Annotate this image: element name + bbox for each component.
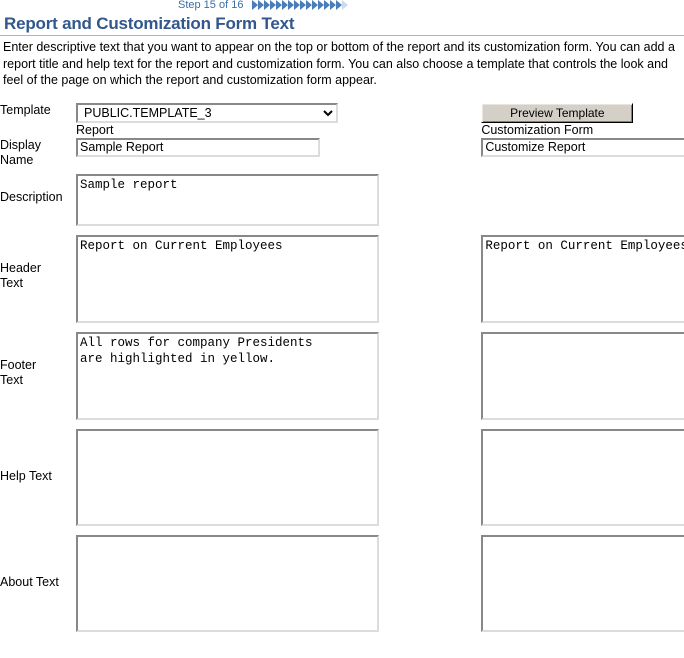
template-label: Template xyxy=(0,102,51,117)
display-name-report-input[interactable] xyxy=(76,137,320,157)
step-progress-chevrons xyxy=(252,0,349,10)
display-name-row: Display Name xyxy=(0,137,684,168)
about-text-report-textarea[interactable] xyxy=(76,534,379,632)
page-title: Report and Customization Form Text xyxy=(4,14,295,33)
about-text-form-textarea[interactable] xyxy=(481,534,684,632)
header-text-row: Header Text xyxy=(0,234,684,326)
footer-text-form-textarea[interactable] xyxy=(481,331,684,420)
report-text-form: Template PUBLIC.TEMPLATE_3 Preview Templ… xyxy=(0,102,684,635)
step-indicator: Step 15 of 16 xyxy=(0,0,684,12)
customization-form-column-heading: Customization Form xyxy=(481,122,594,137)
description-row: Description xyxy=(0,173,684,229)
help-text-form-textarea[interactable] xyxy=(481,428,684,526)
about-text-label: About Text xyxy=(0,574,59,589)
display-name-label: Display Name xyxy=(0,137,41,167)
title-divider xyxy=(0,35,684,36)
footer-text-row: Footer Text xyxy=(0,331,684,423)
description-label: Description xyxy=(0,189,63,204)
template-select[interactable]: PUBLIC.TEMPLATE_3 xyxy=(76,102,338,123)
footer-text-label: Footer Text xyxy=(0,357,37,387)
template-row: Template PUBLIC.TEMPLATE_3 Preview Templ… xyxy=(0,102,684,123)
about-text-row: About Text xyxy=(0,534,684,635)
header-text-label: Header Text xyxy=(0,260,41,290)
help-text-label: Help Text xyxy=(0,468,52,483)
page-description: Enter descriptive text that you want to … xyxy=(3,40,675,87)
report-column-heading: Report xyxy=(76,122,114,137)
header-text-report-textarea[interactable] xyxy=(76,234,379,323)
preview-template-button[interactable]: Preview Template xyxy=(481,102,634,123)
description-report-textarea[interactable] xyxy=(76,173,379,226)
footer-text-report-textarea[interactable] xyxy=(76,331,379,420)
help-text-report-textarea[interactable] xyxy=(76,428,379,526)
display-name-form-input[interactable] xyxy=(481,137,684,157)
help-text-row: Help Text xyxy=(0,428,684,529)
column-heading-row: Report Customization Form xyxy=(0,123,684,138)
step-indicator-label: Step 15 of 16 xyxy=(178,0,244,11)
step-chevron xyxy=(342,0,349,10)
header-text-form-textarea[interactable] xyxy=(481,234,684,323)
